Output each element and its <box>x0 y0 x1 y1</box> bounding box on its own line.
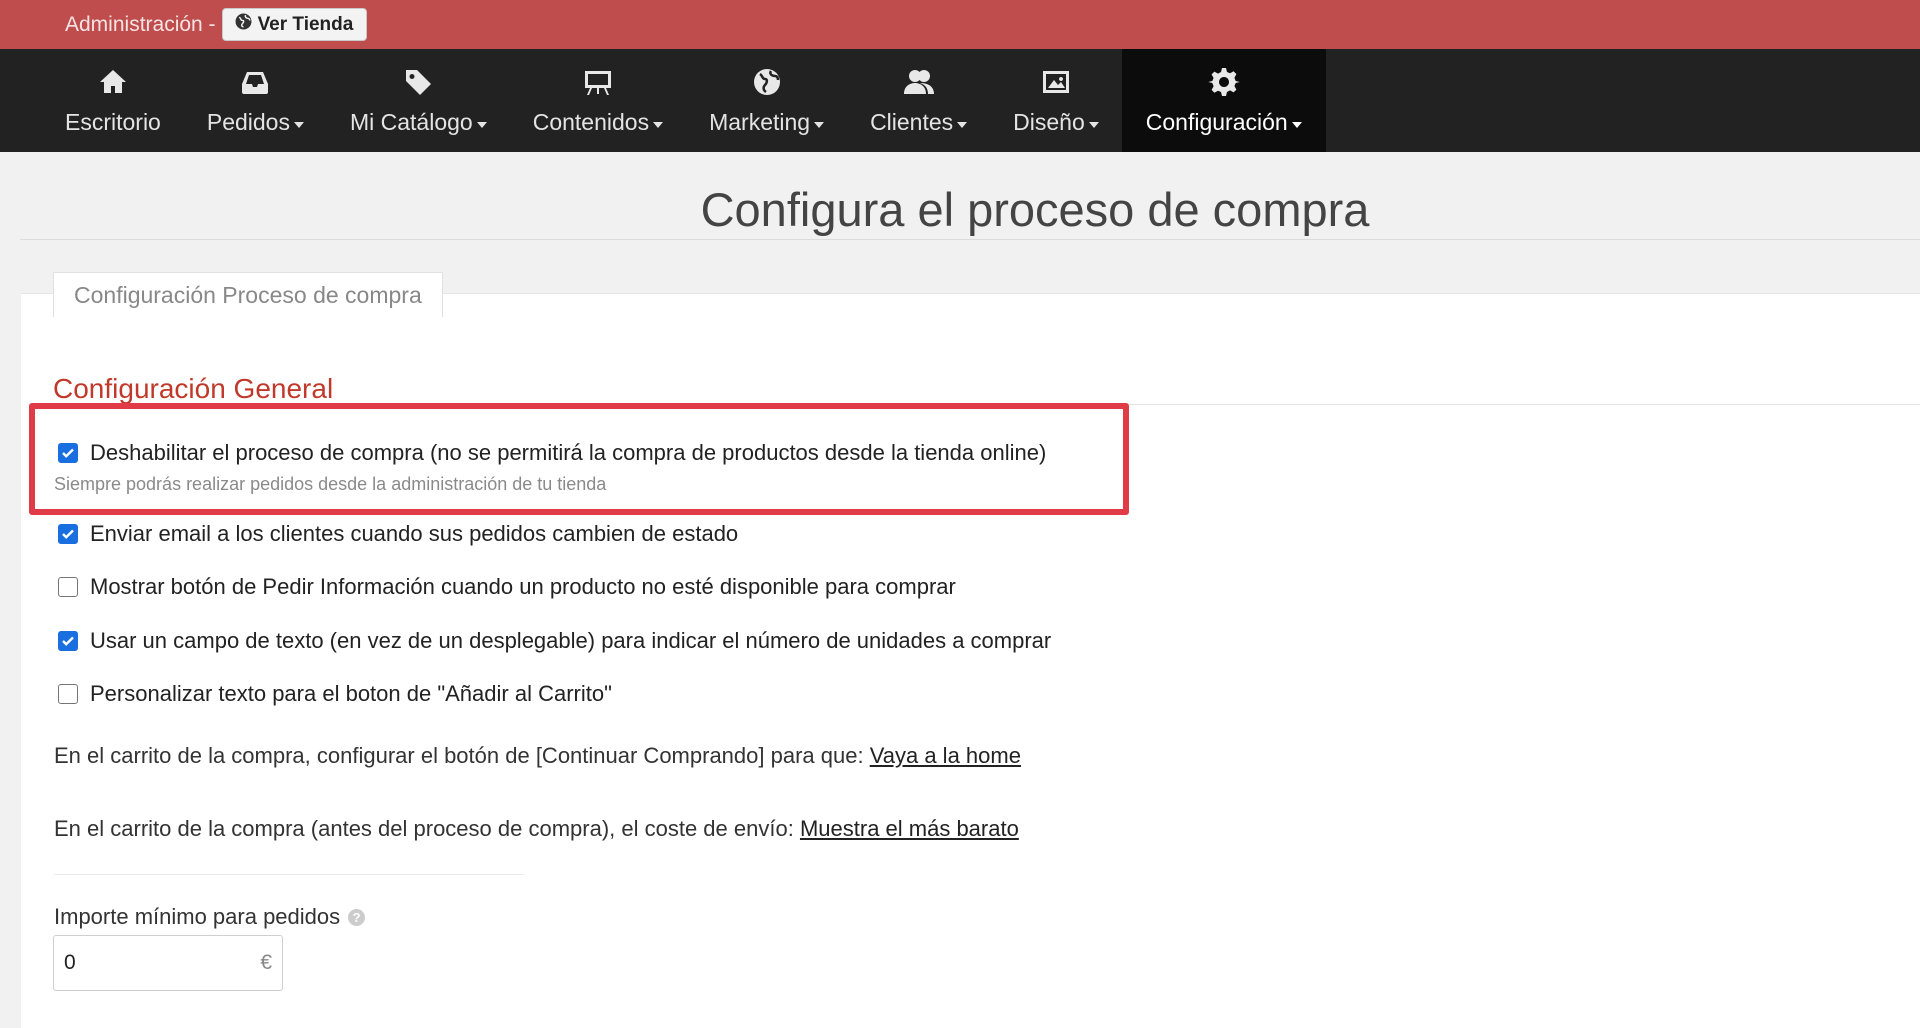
option-label: Usar un campo de texto (en vez de un des… <box>90 628 1052 653</box>
caret-down-icon <box>653 121 664 128</box>
checkbox-unchecked[interactable] <box>58 684 78 704</box>
option-custom-cart-text[interactable]: Personalizar texto para el boton de "Aña… <box>58 681 612 707</box>
checkbox-unchecked[interactable] <box>58 577 78 597</box>
min-order-label: Importe mínimo para pedidos ? <box>54 904 366 930</box>
caret-down-icon <box>1291 121 1302 128</box>
option-request-info[interactable]: Mostrar botón de Pedir Información cuand… <box>58 574 956 600</box>
continue-shopping-link[interactable]: Vaya a la home <box>870 743 1021 768</box>
view-store-button[interactable]: Ver Tienda <box>221 8 368 41</box>
nav-item-diseno[interactable]: Diseño <box>990 49 1122 152</box>
option-label: Enviar email a los clientes cuando sus p… <box>90 521 739 546</box>
highlight-box <box>29 403 1129 515</box>
nav-label: Configuración <box>1145 109 1288 135</box>
min-order-input[interactable] <box>64 951 244 975</box>
nav-label: Mi Catálogo <box>349 109 473 135</box>
nav-item-contenidos[interactable]: Contenidos <box>510 49 686 152</box>
nav-item-pedidos[interactable]: Pedidos <box>184 49 327 152</box>
nav-item-escritorio[interactable]: Escritorio <box>42 49 184 152</box>
min-order-field[interactable]: € <box>53 935 283 991</box>
caret-down-icon <box>814 121 825 128</box>
tag-icon <box>401 65 435 99</box>
users-icon <box>902 65 936 99</box>
checkbox-checked[interactable] <box>58 524 78 544</box>
page-title: Configura el proceso de compra <box>700 183 1370 236</box>
shipping-cost-link[interactable]: Muestra el más barato <box>800 816 1019 841</box>
gear-icon <box>1207 65 1241 99</box>
home-icon <box>96 65 130 99</box>
continue-shopping-setting: En el carrito de la compra, configurar e… <box>54 743 1021 769</box>
globe-icon <box>235 13 252 36</box>
admin-label: Administración - <box>65 12 216 36</box>
divider <box>54 874 524 875</box>
option-label: Mostrar botón de Pedir Información cuand… <box>90 574 956 599</box>
tab-configuracion-proceso-compra[interactable]: Configuración Proceso de compra <box>53 272 443 317</box>
nav-label: Escritorio <box>65 109 161 135</box>
main-navbar: Escritorio Pedidos Mi Catálogo Contenido… <box>0 49 1920 152</box>
image-icon <box>1039 65 1073 99</box>
caret-down-icon <box>1088 121 1099 128</box>
option-label: Personalizar texto para el boton de "Aña… <box>90 681 612 706</box>
currency-unit: € <box>260 951 272 974</box>
admin-topbar: Administración - Ver Tienda <box>0 0 1920 49</box>
easel-icon <box>581 65 615 99</box>
globe-icon <box>750 65 784 99</box>
continue-shopping-text: En el carrito de la compra, configurar e… <box>54 743 864 768</box>
caret-down-icon <box>476 121 487 128</box>
min-order-label-text: Importe mínimo para pedidos <box>54 904 341 929</box>
view-store-label: Ver Tienda <box>257 13 354 35</box>
shipping-cost-text: En el carrito de la compra (antes del pr… <box>54 816 794 841</box>
nav-label: Clientes <box>870 109 954 135</box>
inbox-icon <box>238 65 272 99</box>
page-title-bar: Configura el proceso de compra <box>20 152 1920 240</box>
nav-item-clientes[interactable]: Clientes <box>847 49 990 152</box>
section-title: Configuración General <box>53 373 334 404</box>
shipping-cost-setting: En el carrito de la compra (antes del pr… <box>54 816 1019 842</box>
caret-down-icon <box>957 121 968 128</box>
checkbox-checked[interactable] <box>58 631 78 651</box>
caret-down-icon <box>293 121 304 128</box>
help-icon[interactable]: ? <box>348 908 366 926</box>
nav-label: Marketing <box>709 109 811 135</box>
nav-label: Diseño <box>1013 109 1085 135</box>
nav-label: Pedidos <box>206 109 290 135</box>
nav-item-mi-catalogo[interactable]: Mi Catálogo <box>327 49 510 152</box>
option-email-status[interactable]: Enviar email a los clientes cuando sus p… <box>58 521 738 547</box>
nav-item-marketing[interactable]: Marketing <box>686 49 847 152</box>
nav-item-configuracion[interactable]: Configuración <box>1121 49 1326 152</box>
option-text-quantity[interactable]: Usar un campo de texto (en vez de un des… <box>58 628 1051 654</box>
nav-label: Contenidos <box>532 109 650 135</box>
